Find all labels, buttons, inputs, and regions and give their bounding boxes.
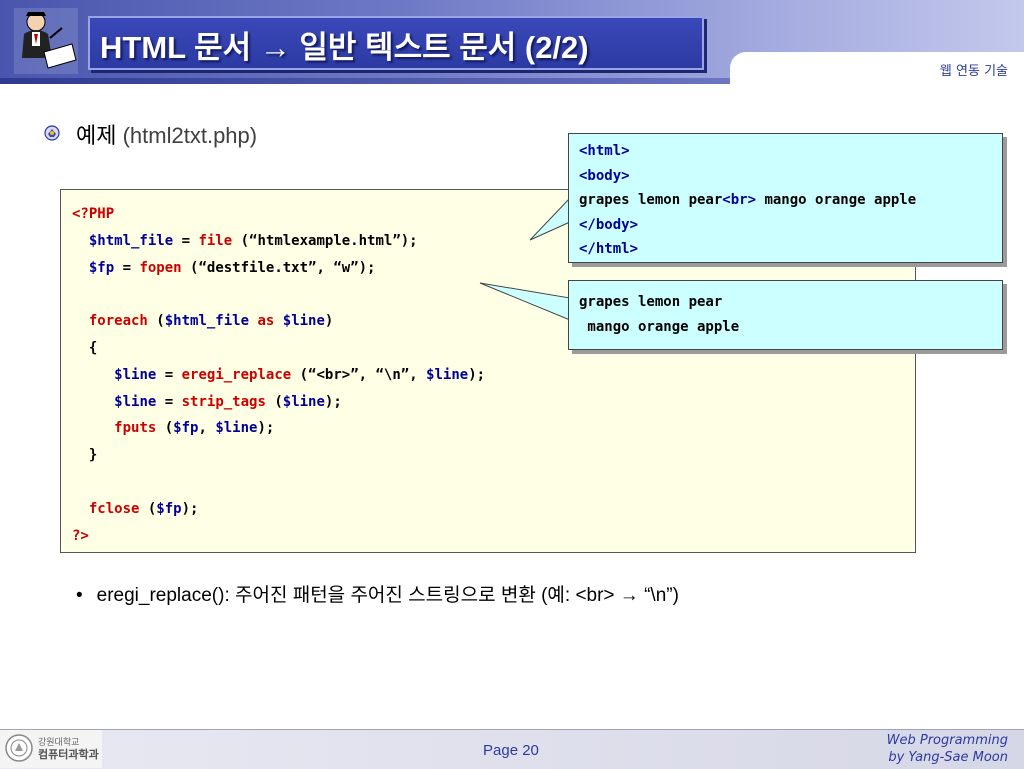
university-seal-icon (5, 734, 33, 762)
department-name: 강원대학교 컴퓨터과학과 (38, 738, 99, 760)
course-credit: Web Programming by Yang-Sae Moon (887, 732, 1008, 766)
html-line-1: <html> (579, 143, 630, 159)
html-source-callout: <html> <body> grapes lemon pear<br> mang… (568, 133, 1003, 263)
callout-pointers (479, 196, 571, 321)
note-bullet: • (76, 585, 83, 606)
note-text: eregi_replace(): 주어진 패턴을 주어진 스트링으로 변환 (예… (96, 585, 679, 606)
course-name: Web Programming (886, 733, 1008, 748)
output-line-1: grapes lemon pear (579, 294, 723, 310)
html-line-3: grapes lemon pear<br> mango orange apple (579, 192, 917, 209)
html-line-2: <body> (579, 167, 630, 184)
output-line-2: mango orange apple (579, 318, 740, 335)
html-line-4: </body> (579, 216, 639, 233)
text-output-callout: grapes lemon pear mango orange apple (568, 280, 1003, 350)
author-name: by Yang-Sae Moon (888, 750, 1008, 765)
eregi-replace-note: • eregi_replace(): 주어진 패턴을 주어진 스트링으로 변환 (… (76, 580, 679, 607)
department-label: 컴퓨터과학과 (38, 748, 99, 761)
page-number: Page 20 (483, 742, 539, 759)
html-line-5: </html> (579, 241, 639, 258)
